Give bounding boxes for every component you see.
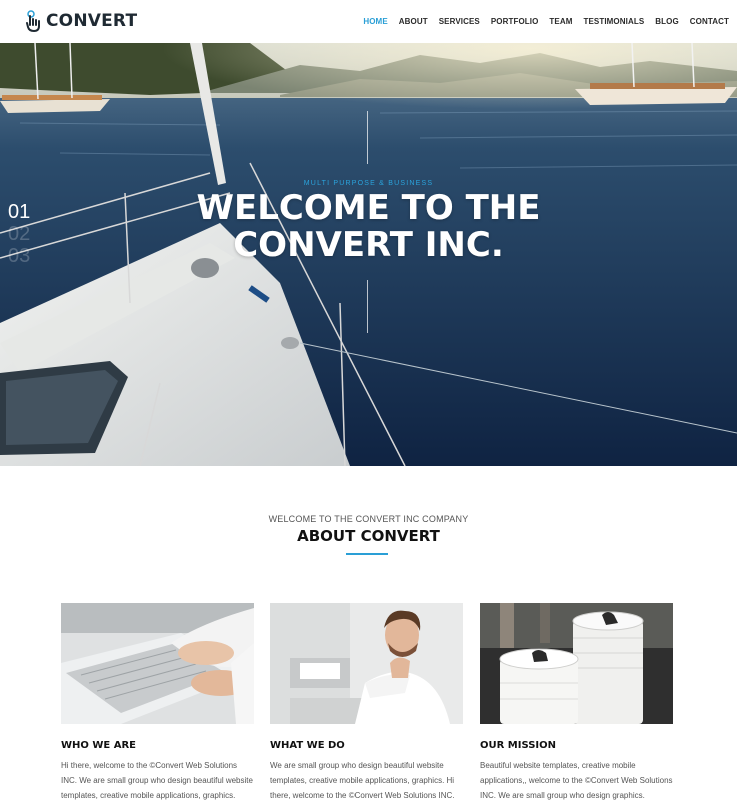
nav-home[interactable]: HOME [363, 17, 387, 26]
card-our-mission: OUR MISSION Beautiful website templates,… [480, 603, 673, 800]
card-title: OUR MISSION [480, 740, 557, 751]
slide-03[interactable]: 03 [8, 245, 30, 267]
about-title-underline [346, 553, 388, 555]
hero-title-line2: CONVERT INC. [233, 225, 504, 265]
card-text: Beautiful website templates, creative mo… [480, 761, 673, 800]
main-nav: HOME ABOUT SERVICES PORTFOLIO TEAM TESTI… [352, 0, 729, 43]
about-kicker: WELCOME TO THE CONVERT INC COMPANY [268, 514, 469, 524]
laptop-typing-image [61, 603, 254, 724]
nav-services[interactable]: SERVICES [439, 17, 480, 26]
hand-pointer-icon [26, 10, 40, 32]
white-canisters-image [480, 603, 673, 724]
slide-pager: 01 02 03 [8, 201, 30, 267]
card-who-we-are: WHO WE ARE Hi there, welcome to the ©Con… [61, 603, 254, 800]
card-text: Hi there, welcome to the ©Convert Web So… [61, 761, 253, 800]
card-title: WHAT WE DO [270, 740, 345, 751]
hero-title: WELCOME TO THE CONVERT INC. [0, 190, 737, 264]
card-what-we-do: WHAT WE DO We are small group who design… [270, 603, 463, 800]
nav-team[interactable]: TEAM [549, 17, 572, 26]
card-title: WHO WE ARE [61, 740, 136, 751]
card-text: We are small group who design beautiful … [270, 761, 455, 800]
hero-divider-top [367, 111, 368, 164]
slide-02[interactable]: 02 [8, 223, 30, 245]
nav-contact[interactable]: CONTACT [690, 17, 729, 26]
hero-slider: MULTI PURPOSE & BUSINESS WELCOME TO THE … [0, 43, 737, 466]
hero-kicker: MULTI PURPOSE & BUSINESS [303, 180, 434, 187]
brand-name: CONVERT [46, 11, 138, 31]
logo[interactable]: CONVERT [25, 9, 137, 33]
hero-title-line1: WELCOME TO THE [196, 188, 541, 228]
nav-portfolio[interactable]: PORTFOLIO [491, 17, 539, 26]
nav-about[interactable]: ABOUT [399, 17, 428, 26]
site-header: CONVERT HOME ABOUT SERVICES PORTFOLIO TE… [0, 0, 737, 43]
man-at-desk-image [270, 603, 463, 724]
nav-testimonials[interactable]: TESTIMONIALS [584, 17, 645, 26]
nav-blog[interactable]: BLOG [655, 17, 679, 26]
about-title: ABOUT CONVERT [297, 527, 440, 545]
slide-01[interactable]: 01 [8, 201, 30, 223]
hero-divider-bottom [367, 280, 368, 333]
